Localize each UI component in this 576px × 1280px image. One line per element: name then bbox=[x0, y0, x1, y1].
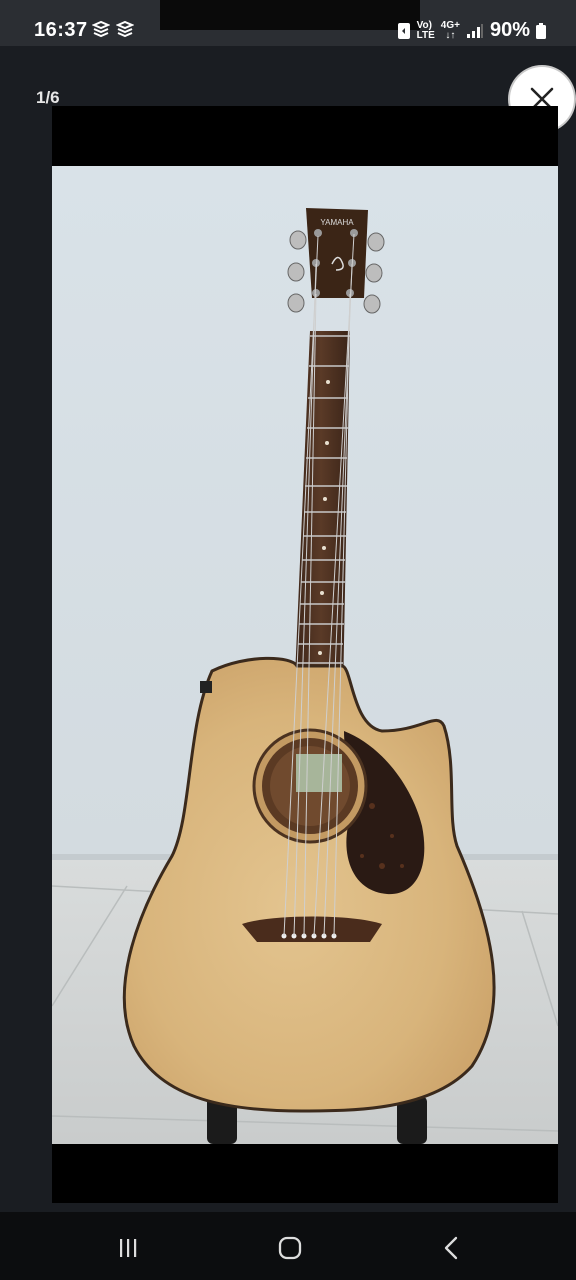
battery-percent: 90% bbox=[489, 19, 530, 41]
image-counter: 1/6 bbox=[36, 88, 60, 107]
recents-button[interactable] bbox=[104, 1232, 152, 1264]
volte-label: Vo) bbox=[416, 19, 432, 31]
signal-icon bbox=[466, 23, 483, 38]
home-icon bbox=[278, 1236, 302, 1260]
notification-icons bbox=[92, 20, 134, 38]
headstock-logo: YAMAHA bbox=[320, 218, 354, 227]
back-button[interactable] bbox=[428, 1232, 476, 1264]
back-icon bbox=[444, 1236, 458, 1260]
guitar-illustration: YAMAHA bbox=[52, 166, 558, 1144]
network-type-label: 4G+ bbox=[440, 19, 460, 31]
navigation-bar bbox=[0, 1212, 576, 1280]
app-notification-icon bbox=[92, 20, 110, 38]
app-notification-icon bbox=[116, 20, 134, 38]
volte-indicator: Vo) LTE bbox=[416, 19, 435, 41]
battery-icon bbox=[536, 22, 546, 39]
camera-cutout bbox=[160, 0, 420, 30]
status-bar: 16:37 Vo) LTE 4G+ ↓↑ 90% bbox=[0, 0, 576, 46]
nfc-icon bbox=[397, 22, 410, 39]
guitar-photo[interactable]: YAMAHA bbox=[52, 166, 558, 1144]
lte-label: LTE bbox=[416, 29, 435, 41]
data-arrows-icon: ↓↑ bbox=[445, 29, 456, 41]
label-inside bbox=[296, 754, 342, 792]
recents-icon bbox=[120, 1239, 137, 1257]
network-indicator: 4G+ ↓↑ bbox=[440, 19, 460, 41]
status-right: Vo) LTE 4G+ ↓↑ 90% bbox=[397, 19, 546, 42]
status-time: 16:37 bbox=[34, 19, 88, 41]
home-button[interactable] bbox=[266, 1232, 314, 1264]
